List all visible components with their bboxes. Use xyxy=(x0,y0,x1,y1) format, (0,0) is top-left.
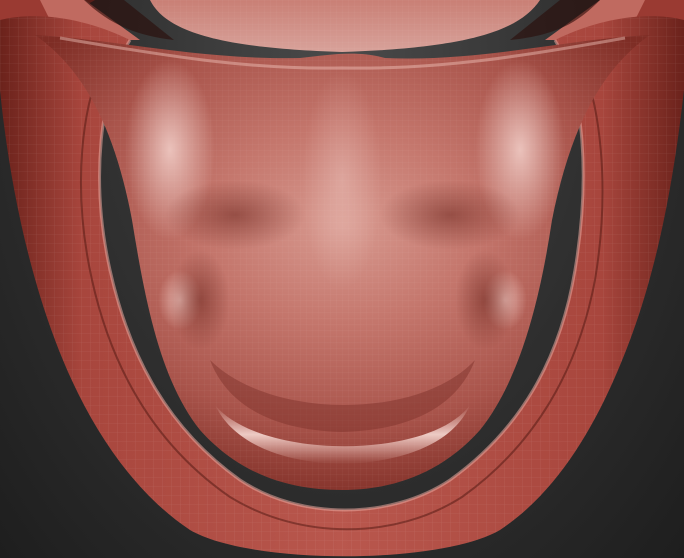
sculpt-viewport[interactable] xyxy=(0,0,684,558)
sculpt-mesh-render[interactable] xyxy=(0,0,684,558)
mesh-top-dome xyxy=(150,0,540,52)
